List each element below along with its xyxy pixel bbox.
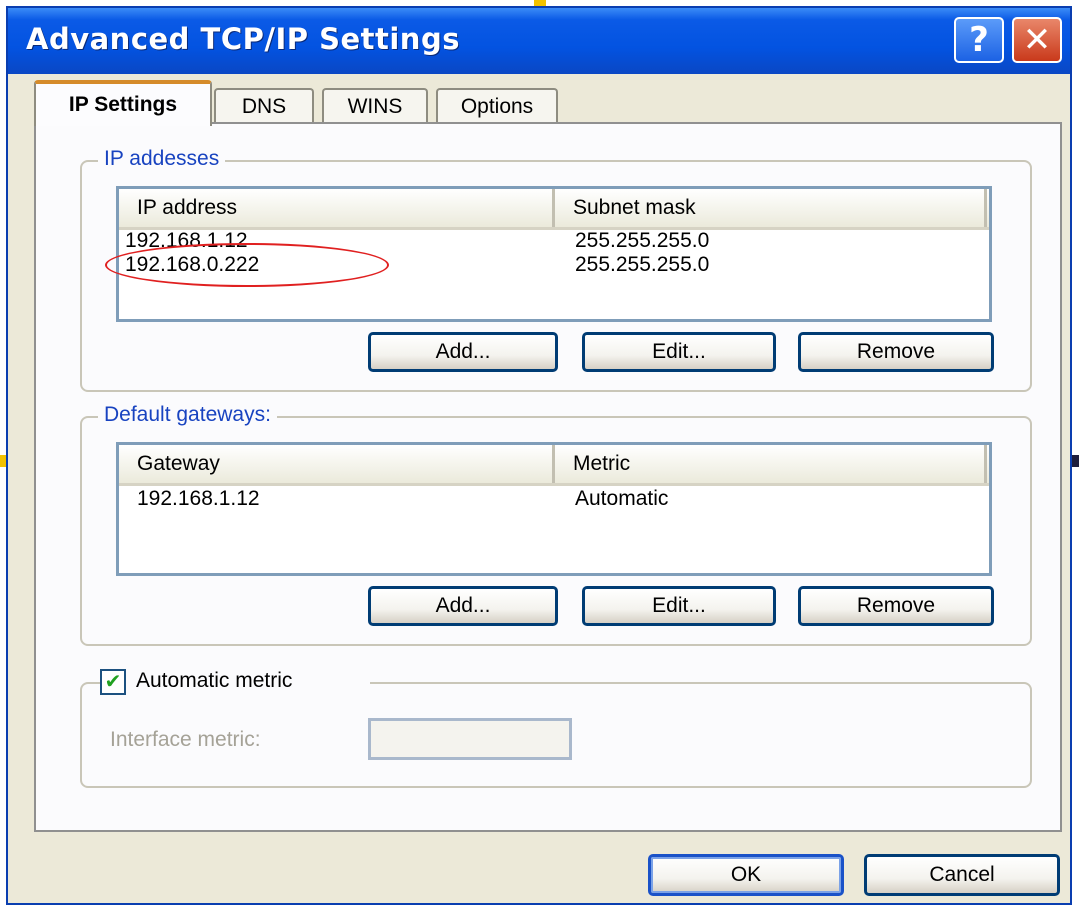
tab-label: WINS [347,95,403,118]
column-header-subnet-mask[interactable]: Subnet mask [555,189,987,227]
button-label: Cancel [929,863,995,886]
column-header-gateway[interactable]: Gateway [119,445,555,483]
tab-dns[interactable]: DNS [214,88,314,124]
default-gateways-group: Default gateways: Gateway Metric 192.168… [80,403,1032,646]
interface-metric-input[interactable] [368,718,572,760]
button-label: Remove [856,340,936,363]
ip-address-list[interactable]: IP address Subnet mask 192.168.1.12 255.… [105,186,992,322]
automatic-metric-checkbox[interactable]: ✔ [100,669,126,695]
default-gateways-legend: Default gateways: [98,403,277,427]
tab-ip-settings[interactable]: IP Settings [34,80,212,126]
column-header-ip-address[interactable]: IP address [119,189,555,227]
ip-add-button[interactable]: Add... [368,332,558,372]
help-icon: ? [969,20,989,60]
subnet-mask-cell: 255.255.255.0 [575,253,710,276]
gateway-edit-button[interactable]: Edit... [582,586,776,626]
automatic-metric-label: Automatic metric [136,669,293,692]
list-header: Gateway Metric [119,445,989,486]
gateway-add-button[interactable]: Add... [368,586,558,626]
button-label: Add... [435,594,491,617]
advanced-tcpip-dialog: Advanced TCP/IP Settings ? ✕ IP Settings… [6,6,1072,905]
list-item[interactable]: 192.168.1.12 Automatic [119,487,989,511]
subnet-mask-cell: 255.255.255.0 [575,229,710,252]
metric-cell: Automatic [575,487,669,510]
tab-label: Options [460,95,534,118]
tab-options[interactable]: Options [436,88,558,124]
tab-label: IP Settings [68,93,178,116]
tab-wins[interactable]: WINS [322,88,428,124]
tab-label: DNS [241,95,287,118]
button-label: Edit... [652,340,706,363]
automatic-metric-option[interactable]: ✔ Automatic metric [100,669,370,697]
gateway-cell: 192.168.1.12 [137,487,260,510]
ip-edit-button[interactable]: Edit... [582,332,776,372]
checkmark-icon: ✔ [104,671,122,693]
window-title: Advanced TCP/IP Settings [26,22,460,56]
button-label: OK [730,863,762,886]
title-bar: Advanced TCP/IP Settings ? ✕ [8,8,1070,74]
cancel-button[interactable]: Cancel [864,854,1060,896]
button-label: Edit... [652,594,706,617]
gateway-list[interactable]: Gateway Metric 192.168.1.12 Automatic [116,442,992,576]
metric-group: ✔ Automatic metric Interface metric: [80,669,1032,788]
button-label: Add... [435,340,491,363]
ip-settings-panel: IP addesses IP address Subnet mask 192.1… [34,122,1062,832]
close-button[interactable]: ✕ [1012,17,1062,63]
list-header: IP address Subnet mask [119,189,989,230]
help-button[interactable]: ? [954,17,1004,63]
ip-addresses-legend: IP addesses [98,147,226,171]
column-header-metric[interactable]: Metric [555,445,987,483]
interface-metric-label: Interface metric: [110,728,261,751]
button-label: Remove [856,594,936,617]
highlight-ellipse [105,243,389,287]
ok-button[interactable]: OK [648,854,844,896]
ip-addresses-group: IP addesses IP address Subnet mask 192.1… [80,147,1032,392]
gateway-remove-button[interactable]: Remove [798,586,994,626]
ip-remove-button[interactable]: Remove [798,332,994,372]
close-icon: ✕ [1022,20,1052,60]
